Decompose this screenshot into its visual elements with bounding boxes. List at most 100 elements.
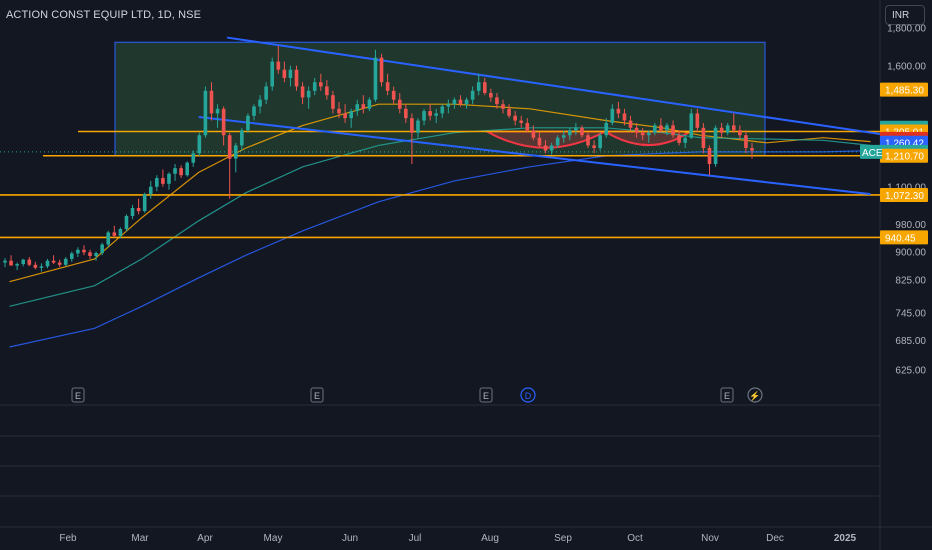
- candle-body: [476, 82, 481, 91]
- y-tick-label: 685.00: [895, 336, 926, 347]
- candle-body: [482, 82, 487, 94]
- candle-body: [592, 145, 596, 149]
- candle-body: [385, 82, 390, 91]
- candle-body: [136, 207, 141, 212]
- candle-body: [155, 178, 159, 187]
- candle-body: [622, 113, 627, 121]
- price-label-text: 1,210.70: [885, 152, 924, 163]
- candle-body: [51, 260, 56, 263]
- candle-body: [306, 90, 311, 98]
- candle-body: [422, 111, 426, 121]
- candle-body: [580, 127, 584, 136]
- candle-body: [671, 125, 675, 136]
- candle-body: [397, 99, 402, 109]
- candle-body: [750, 148, 754, 151]
- candle-body: [233, 145, 238, 159]
- x-tick-label: Jul: [409, 533, 422, 544]
- candle-body: [197, 135, 202, 154]
- x-tick-label: 2025: [834, 533, 857, 544]
- candle-body: [39, 266, 44, 268]
- candle-body: [707, 148, 712, 165]
- candle-body: [258, 99, 262, 107]
- candle-body: [3, 260, 7, 263]
- candle-body: [446, 104, 451, 107]
- candle-body: [264, 86, 268, 100]
- candle-body: [373, 57, 378, 100]
- candle-body: [9, 260, 13, 266]
- candle-body: [33, 264, 38, 268]
- candle-body: [148, 186, 153, 195]
- x-tick-label: Nov: [701, 533, 719, 544]
- candle-body: [507, 108, 511, 116]
- candle-body: [118, 229, 123, 236]
- candle-body: [531, 130, 536, 138]
- x-tick-label: Oct: [627, 533, 643, 544]
- candle-body: [221, 108, 226, 136]
- candle-body: [94, 253, 98, 256]
- candle-body: [240, 130, 244, 146]
- candle-body: [549, 145, 554, 151]
- candle-body: [227, 135, 232, 159]
- candle-body: [501, 104, 505, 109]
- candle-body: [537, 137, 542, 146]
- y-tick-label: 1,800.00: [887, 24, 926, 35]
- candle-body: [665, 125, 669, 131]
- candle-body: [294, 69, 299, 87]
- candle-body: [130, 207, 135, 216]
- x-tick-label: Feb: [59, 533, 77, 544]
- candle-body: [404, 108, 408, 119]
- y-tick-label: 900.00: [895, 248, 926, 259]
- candle-body: [82, 249, 86, 253]
- candle-body: [567, 130, 572, 136]
- candle-body: [555, 137, 560, 146]
- event-marker-label: D: [525, 391, 532, 401]
- candle-body: [653, 125, 657, 133]
- price-label-text: 1,072.30: [885, 191, 924, 202]
- candle-body: [100, 244, 104, 254]
- x-tick-label: Aug: [481, 533, 499, 544]
- candle-body: [525, 122, 530, 131]
- candle-body: [495, 97, 499, 105]
- candle-body: [106, 232, 111, 245]
- x-tick-label: May: [264, 533, 283, 544]
- candle-body: [312, 82, 317, 91]
- candle-body: [640, 132, 645, 136]
- price-chart[interactable]: 1,800.001,600.001,100.00980.00900.00825.…: [0, 0, 932, 550]
- candle-body: [744, 135, 748, 149]
- candle-body: [464, 99, 469, 105]
- candle-body: [513, 115, 517, 121]
- candle-body: [45, 260, 50, 267]
- candle-body: [252, 106, 256, 116]
- candle-body: [27, 259, 32, 265]
- candle-body: [337, 108, 341, 114]
- candle-body: [331, 95, 335, 109]
- candle-body: [325, 86, 329, 96]
- candle-body: [15, 264, 19, 266]
- candle-body: [355, 104, 360, 112]
- y-tick-label: 980.00: [895, 220, 926, 231]
- candle-body: [452, 99, 457, 105]
- y-tick-label: 745.00: [895, 309, 926, 320]
- candle-body: [361, 104, 366, 109]
- candle-body: [440, 106, 445, 114]
- candle-body: [343, 113, 347, 119]
- candle-body: [124, 215, 129, 230]
- candle-body: [300, 86, 305, 98]
- candle-body: [561, 135, 566, 138]
- candle-body: [677, 135, 681, 143]
- event-marker-label: E: [483, 391, 489, 401]
- candle-body: [76, 249, 80, 254]
- candle-body: [628, 120, 633, 128]
- candle-body: [282, 69, 287, 78]
- candle-body: [391, 90, 396, 100]
- candle-body: [209, 90, 214, 114]
- candle-body: [161, 178, 165, 184]
- candle-body: [604, 122, 609, 136]
- y-tick-label: 1,600.00: [887, 62, 926, 73]
- candle-body: [634, 127, 639, 133]
- candle-body: [246, 115, 250, 131]
- event-marker-label: E: [314, 391, 320, 401]
- price-label-text: 940.45: [885, 233, 916, 244]
- x-tick-label: Apr: [197, 533, 213, 544]
- candle-body: [598, 135, 602, 149]
